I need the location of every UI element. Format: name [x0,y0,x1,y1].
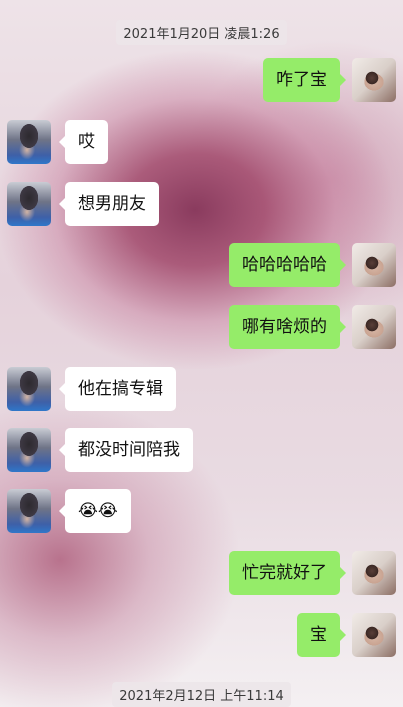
message-bubble[interactable]: 宝 [297,613,346,657]
message-row-incoming[interactable]: 想男朋友 [7,182,257,226]
avatar[interactable] [7,120,51,164]
avatar[interactable] [7,367,51,411]
avatar[interactable] [7,428,51,472]
message-bubble[interactable]: 想男朋友 [59,182,159,226]
timestamp: 2021年2月12日 上午11:14 [0,682,403,707]
message-bubble[interactable]: 他在搞专辑 [59,367,176,411]
message-row-outgoing[interactable]: 咋了宝 [146,58,396,102]
avatar[interactable] [7,182,51,226]
message-bubble[interactable]: 都没时间陪我 [59,428,193,472]
avatar[interactable] [352,613,396,657]
message-bubble[interactable]: 哈哈哈哈哈 [229,243,346,287]
message-row-outgoing[interactable]: 忙完就好了 [146,551,396,595]
avatar[interactable] [352,243,396,287]
message-row-outgoing[interactable]: 宝 [146,613,396,657]
message-row-incoming[interactable]: 他在搞专辑 [7,367,257,411]
timestamp-text: 2021年1月20日 凌晨1:26 [116,20,287,45]
message-row-incoming[interactable]: 😭😭 [7,489,257,533]
avatar[interactable] [7,489,51,533]
message-bubble[interactable]: 哪有啥烦的 [229,305,346,349]
message-bubble[interactable]: 咋了宝 [263,58,346,102]
avatar[interactable] [352,58,396,102]
message-row-incoming[interactable]: 都没时间陪我 [7,428,257,472]
message-bubble-emoji[interactable]: 😭😭 [59,489,131,533]
message-bubble[interactable]: 哎 [59,120,108,164]
avatar[interactable] [352,305,396,349]
message-row-incoming[interactable]: 哎 [7,120,257,164]
avatar[interactable] [352,551,396,595]
timestamp-text: 2021年2月12日 上午11:14 [112,682,291,707]
message-bubble[interactable]: 忙完就好了 [229,551,346,595]
message-row-outgoing[interactable]: 哈哈哈哈哈 [146,243,396,287]
chat-area[interactable]: 2021年1月20日 凌晨1:26 咋了宝 哎 想男朋友 哈哈哈哈哈 哪有啥烦的… [0,0,403,707]
timestamp: 2021年1月20日 凌晨1:26 [0,20,403,45]
message-row-outgoing[interactable]: 哪有啥烦的 [146,305,396,349]
